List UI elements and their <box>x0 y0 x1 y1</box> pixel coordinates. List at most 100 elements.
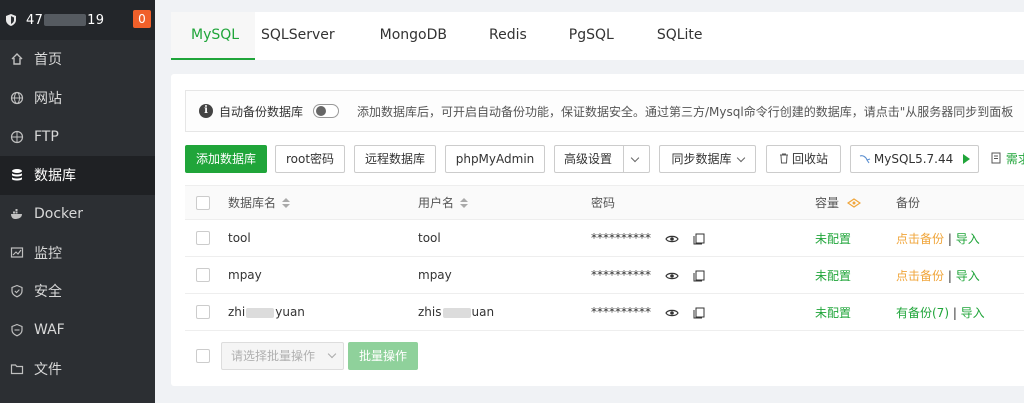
mysql-dolphin-icon <box>859 155 871 164</box>
footer-select-all-checkbox[interactable] <box>196 349 210 363</box>
advanced-settings-label: 高级设置 <box>564 152 613 166</box>
sidebar-item-security[interactable]: 安全 <box>0 272 155 311</box>
batch-operation-select[interactable]: 请选择批量操作 <box>221 342 344 370</box>
recycle-bin-button[interactable]: 回收站 <box>766 145 841 173</box>
header-backup: 备份 <box>896 196 921 210</box>
header-name[interactable]: 数据库名 <box>228 194 291 211</box>
chevron-down-icon <box>630 153 640 163</box>
globe-icon <box>10 91 24 105</box>
sidebar-item-website[interactable]: 网站 <box>0 79 155 118</box>
database-panel: i 自动备份数据库 添加数据库后，可开启自动备份功能，保证数据安全。通过第三方/… <box>171 74 1024 386</box>
sync-database-dropdown[interactable]: 同步数据库 <box>659 145 756 173</box>
server-name: 47 19 <box>26 12 105 28</box>
import-link[interactable]: 导入 <box>961 306 985 320</box>
auto-backup-label: 自动备份数据库 <box>219 104 304 119</box>
play-icon <box>963 154 971 164</box>
sync-database-label: 同步数据库 <box>671 152 732 166</box>
header-capacity: 容量 <box>815 194 861 211</box>
db-user: mpay <box>418 268 452 282</box>
advanced-settings-dropdown[interactable]: 高级设置 <box>554 145 650 173</box>
sidebar-item-monitor[interactable]: 监控 <box>0 233 155 272</box>
db-name: mpay <box>228 268 262 282</box>
header-user[interactable]: 用户名 <box>418 194 469 211</box>
recycle-bin-label: 回收站 <box>791 152 828 166</box>
sidebar-item-label: 首页 <box>34 52 62 69</box>
sidebar-item-label: FTP <box>34 128 59 145</box>
mysql-version-button[interactable]: MySQL5.7.44 <box>850 145 979 173</box>
db-password: ********** <box>591 305 705 319</box>
sidebar-item-label: 数据库 <box>34 168 76 185</box>
eye-icon[interactable] <box>665 234 679 244</box>
notice-text: 添加数据库后，可开启自动备份功能，保证数据安全。通过第三方/Mysql命令行创建… <box>357 104 1014 119</box>
backup-link[interactable]: 点击备份 <box>896 232 944 246</box>
db-type-tabs: MySQL SQLServer MongoDB Redis PgSQL SQLi… <box>171 12 1024 60</box>
waf-shield-icon <box>10 323 24 337</box>
auto-backup-toggle[interactable] <box>313 104 340 118</box>
batch-operation-placeholder: 请选择批量操作 <box>231 349 316 363</box>
row-checkbox[interactable] <box>196 305 210 319</box>
capacity-link[interactable]: 未配置 <box>815 230 851 247</box>
capacity-link[interactable]: 未配置 <box>815 304 851 321</box>
root-password-button[interactable]: root密码 <box>275 145 345 173</box>
tab-mysql[interactable]: MySQL <box>171 12 255 60</box>
row-checkbox[interactable] <box>196 231 210 245</box>
copy-icon[interactable] <box>693 270 705 282</box>
sidebar-item-label: 安全 <box>34 284 62 301</box>
batch-operation-button[interactable]: 批量操作 <box>348 342 418 370</box>
remote-database-button[interactable]: 远程数据库 <box>354 145 436 173</box>
tab-pgsql[interactable]: PgSQL <box>547 12 634 60</box>
database-icon <box>10 168 24 182</box>
table-row: mpay mpay ********** 未配置 点击备份 | 导入 <box>185 257 1024 294</box>
sort-icon <box>460 198 469 208</box>
trash-icon <box>779 153 788 164</box>
docker-icon <box>10 207 24 221</box>
eye-icon[interactable] <box>665 271 679 281</box>
backup-link[interactable]: 点击备份 <box>896 269 944 283</box>
db-user: zhis uan <box>418 305 495 319</box>
capacity-info-icon[interactable] <box>846 198 861 208</box>
row-checkbox[interactable] <box>196 268 210 282</box>
tab-mongodb[interactable]: MongoDB <box>355 12 467 60</box>
sidebar-item-files[interactable]: 文件 <box>0 350 155 389</box>
eye-icon[interactable] <box>665 308 679 318</box>
sidebar-item-home[interactable]: 首页 <box>0 40 155 79</box>
add-database-button[interactable]: 添加数据库 <box>185 145 267 173</box>
sidebar-item-ftp[interactable]: FTP <box>0 117 155 156</box>
home-icon <box>10 52 24 66</box>
ftp-icon <box>10 130 24 144</box>
requirements-label: 需求 <box>1005 152 1024 166</box>
phpmyadmin-button[interactable]: phpMyAdmin <box>445 145 545 173</box>
copy-icon[interactable] <box>693 233 705 245</box>
header-password: 密码 <box>591 196 616 210</box>
db-user: tool <box>418 231 441 245</box>
table-row: tool tool ********** 未配置 点击备份 | 导入 <box>185 220 1024 257</box>
folder-icon <box>10 362 24 376</box>
notification-badge[interactable]: 0 <box>133 10 151 28</box>
db-password: ********** <box>591 268 705 282</box>
sidebar-item-database[interactable]: 数据库 <box>0 156 155 195</box>
copy-icon[interactable] <box>693 307 705 319</box>
tab-redis[interactable]: Redis <box>467 12 547 60</box>
db-password: ********** <box>591 231 705 245</box>
table-row: zhi yuan zhis uan ********** 未配置 有备份(7) | … <box>185 294 1024 331</box>
tab-sqlserver[interactable]: SQLServer <box>261 12 355 60</box>
shield-icon <box>10 284 24 298</box>
sidebar-item-label: 监控 <box>34 245 62 262</box>
database-table: 数据库名 用户名 密码 容量 备份 tool tool ********** 未… <box>185 185 1024 331</box>
import-link[interactable]: 导入 <box>956 232 980 246</box>
select-all-checkbox[interactable] <box>196 195 210 210</box>
sidebar-item-label: 网站 <box>34 91 62 108</box>
requirements-link[interactable]: 需求 <box>991 145 1024 173</box>
capacity-link[interactable]: 未配置 <box>815 267 851 284</box>
backup-actions: 点击备份 | 导入 <box>896 231 980 246</box>
chevron-down-icon <box>736 153 745 163</box>
backup-link[interactable]: 有备份(7) <box>896 306 949 320</box>
document-icon <box>991 152 1001 164</box>
backup-actions: 点击备份 | 导入 <box>896 268 980 283</box>
server-header[interactable]: 47 19 0 <box>0 0 155 40</box>
import-link[interactable]: 导入 <box>956 269 980 283</box>
backup-actions: 有备份(7) | 导入 <box>896 305 985 320</box>
sidebar-item-docker[interactable]: Docker <box>0 195 155 234</box>
sidebar-item-waf[interactable]: WAF <box>0 311 155 350</box>
tab-sqlite[interactable]: SQLite <box>634 12 723 60</box>
